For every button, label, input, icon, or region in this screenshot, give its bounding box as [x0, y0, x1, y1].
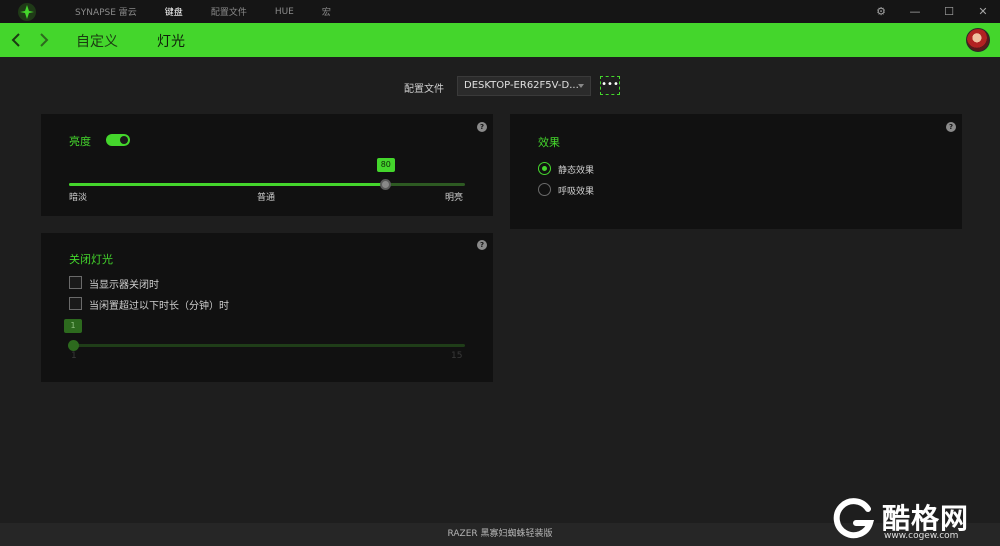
checkbox-display-off-label: 当显示器关闭时 [89, 280, 159, 291]
help-icon[interactable]: ? [946, 122, 956, 132]
profile-value: DESKTOP-ER62F5V-D... [464, 80, 579, 91]
help-icon[interactable]: ? [477, 122, 487, 132]
chevron-down-icon [578, 84, 584, 88]
minimize-icon[interactable]: — [898, 0, 932, 23]
watermark-url: www.cogew.com [884, 531, 959, 541]
top-navigation: SYNAPSE 雷云 键盘 配置文件 HUE 宏 [75, 0, 359, 23]
window-controls: ⚙ — ☐ ✕ [864, 0, 1000, 23]
brightness-title: 亮度 [69, 135, 91, 148]
radio-static-label: 静态效果 [558, 166, 595, 176]
profile-label: 配置文件 [404, 84, 444, 95]
tab-customize[interactable]: 自定义 [76, 31, 118, 51]
watermark: 酷格网 www.cogew.com [832, 497, 997, 543]
brightness-slider-fill [69, 183, 386, 186]
maximize-icon[interactable]: ☐ [932, 0, 966, 23]
radio-static-effect[interactable] [538, 162, 551, 175]
idle-slider[interactable] [73, 344, 465, 347]
checkbox-idle-label: 当闲置超过以下时长（分钟）时 [89, 301, 229, 312]
brightness-slider[interactable] [69, 183, 465, 186]
sub-header: 自定义 灯光 [0, 23, 1000, 57]
avatar[interactable] [966, 28, 990, 52]
idle-min-label: 1 [71, 351, 77, 361]
lights-off-title: 关闭灯光 [69, 253, 113, 266]
tick-bright: 明亮 [445, 193, 464, 203]
topnav-keyboard[interactable]: 键盘 [165, 5, 183, 18]
tab-lighting[interactable]: 灯光 [157, 31, 185, 51]
razer-logo-icon [18, 3, 36, 21]
tick-dim: 暗淡 [69, 193, 88, 203]
brightness-slider-handle[interactable] [380, 179, 392, 190]
close-icon[interactable]: ✕ [966, 0, 1000, 23]
topnav-profiles[interactable]: 配置文件 [211, 5, 247, 18]
topnav-hue[interactable]: HUE [275, 7, 294, 17]
help-icon[interactable]: ? [477, 240, 487, 250]
brightness-panel: ? 亮度 80 暗淡 普通 明亮 [41, 114, 493, 216]
gear-icon[interactable]: ⚙ [864, 0, 898, 23]
idle-slider-handle[interactable] [67, 340, 79, 351]
idle-max-label: 15 [451, 351, 463, 361]
topnav-synapse[interactable]: SYNAPSE 雷云 [75, 5, 137, 18]
profile-more-button[interactable]: ••• [600, 76, 620, 95]
tick-normal: 普通 [257, 193, 276, 203]
topnav-macro[interactable]: 宏 [322, 5, 331, 18]
brightness-value-bubble: 80 [376, 158, 395, 172]
effects-panel: ? 效果 静态效果 呼吸效果 [510, 114, 962, 229]
checkbox-display-off[interactable] [69, 276, 82, 289]
lights-off-panel: ? 关闭灯光 当显示器关闭时 当闲置超过以下时长（分钟）时 1 1 15 [41, 233, 493, 382]
idle-value-bubble: 1 [64, 319, 82, 333]
radio-breathing-effect[interactable] [538, 183, 551, 196]
checkbox-idle[interactable] [69, 297, 82, 310]
radio-breathing-label: 呼吸效果 [558, 187, 595, 197]
brightness-toggle[interactable] [106, 134, 130, 146]
watermark-logo-icon [833, 498, 875, 539]
profile-dropdown[interactable]: DESKTOP-ER62F5V-D... [457, 76, 591, 96]
title-bar: SYNAPSE 雷云 键盘 配置文件 HUE 宏 ⚙ — ☐ ✕ [0, 0, 1000, 23]
back-arrow-icon[interactable] [8, 31, 26, 49]
effects-title: 效果 [538, 136, 560, 149]
forward-arrow-icon[interactable] [34, 31, 52, 49]
